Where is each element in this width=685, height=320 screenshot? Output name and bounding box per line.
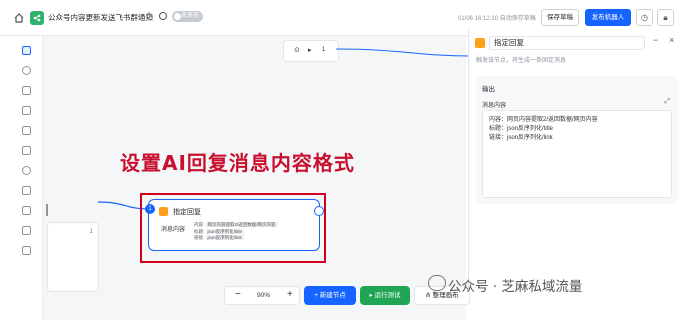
node-content: 内容: 网页内容提取2/返回数据/网页内容 标题: json反序列化/title… <box>194 222 314 242</box>
zoom-level: 90% <box>257 292 271 299</box>
message-content-label: 消息内容 <box>482 103 507 109</box>
zoom-out-button[interactable]: − <box>235 289 241 300</box>
message-content-editor[interactable]: 内容：网页内容提取2/返回数据/网页内容 标题：json反序列化/title 链… <box>482 110 672 198</box>
minimize-icon[interactable]: − <box>653 35 658 45</box>
output-section: 输出 消息内容 ⤢ 内容：网页内容提取2/返回数据/网页内容 标题：json反序… <box>476 76 678 204</box>
output-heading: 输出 <box>482 86 495 93</box>
close-icon[interactable]: × <box>669 35 674 45</box>
reply-icon <box>159 207 168 216</box>
message-content-label: 消息内容 <box>161 227 186 233</box>
output-port[interactable] <box>314 206 324 216</box>
content-line: 内容：网页内容提取2/返回数据/网页内容 <box>489 117 598 123</box>
reply-node[interactable]: 1 指定回复 消息内容 内容: 网页内容提取2/返回数据/网页内容 标题: js… <box>145 199 324 251</box>
zoom-in-button[interactable]: + <box>287 289 293 300</box>
link-line: 链接：json反序列化/link <box>489 135 553 141</box>
annotation-headline: 设置AI回复消息内容格式 <box>120 151 355 175</box>
run-test-button[interactable]: ▸ 运行测试 <box>360 286 410 305</box>
wechat-logo-icon <box>428 275 446 291</box>
node-badge: 1 <box>145 204 155 214</box>
node-line-link: 链接: json反序列化/link <box>194 235 244 240</box>
expand-icon[interactable]: ⤢ <box>664 98 670 106</box>
node-title-input[interactable]: 指定回复 <box>489 36 645 50</box>
zoom-control: − 90% + <box>224 286 300 305</box>
node-settings-panel: 指定回复 − × 触发该节点，将生成一条固定消息 输出 消息内容 ⤢ 内容：网页… <box>468 28 685 288</box>
watermark-text: 公众号 · 芝麻私域流量 <box>448 279 583 295</box>
node-title: 指定回复 <box>173 209 201 216</box>
title-line: 标题：json反序列化/title <box>489 126 554 132</box>
canvas-toolbar: − 90% + + 新建节点 ▸ 运行测试 ⋔ 整理画布 <box>224 286 470 306</box>
arrange-icon: ⋔ <box>425 292 433 299</box>
node-description: 触发该节点，将生成一条固定消息 <box>476 58 567 64</box>
add-node-button[interactable]: + 新建节点 <box>304 286 356 305</box>
reply-icon <box>475 38 485 48</box>
